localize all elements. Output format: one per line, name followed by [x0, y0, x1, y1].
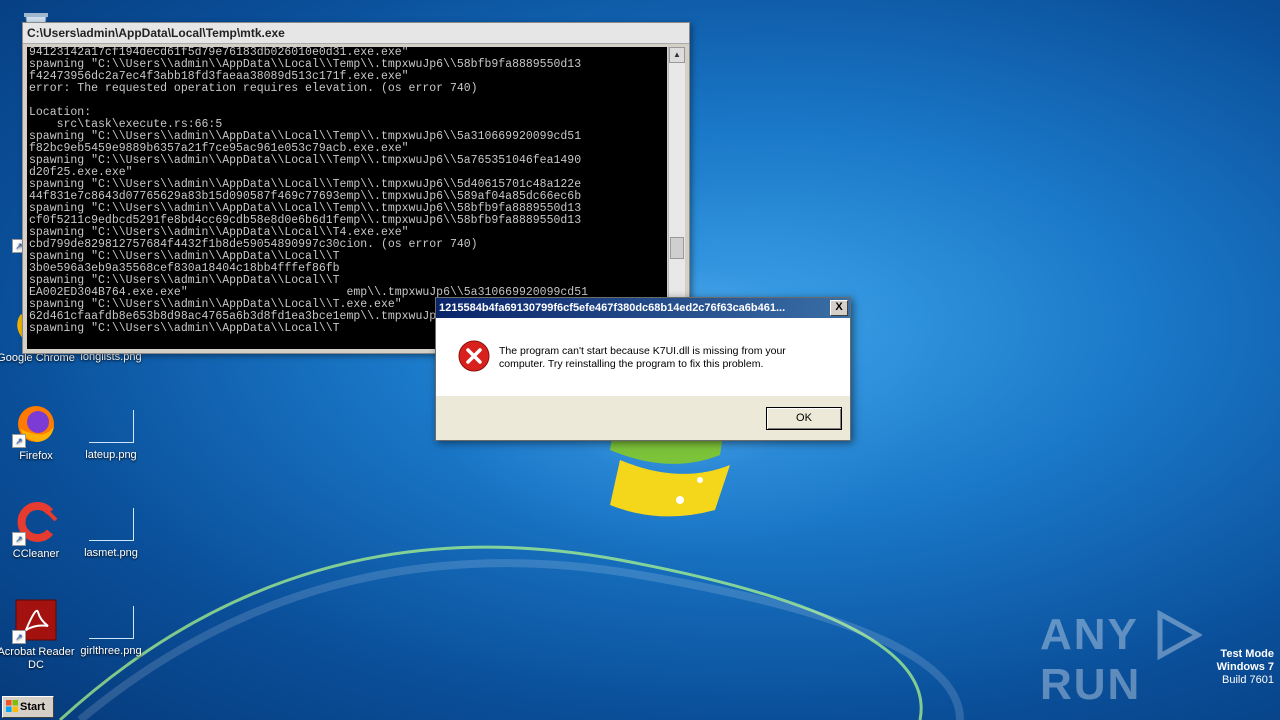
- dialog-message: The program can't start because K7UI.dll…: [499, 345, 786, 370]
- error-icon: [458, 340, 490, 372]
- desktop-icon-label: lateup.png: [85, 449, 137, 461]
- desktop-icon-label: Acrobat Reader DC: [0, 646, 75, 671]
- desktop-icon-girlthree[interactable]: girlthree.png: [71, 596, 151, 658]
- shortcut-arrow-icon: ↗: [12, 630, 26, 644]
- scroll-thumb[interactable]: [670, 237, 684, 259]
- console-title[interactable]: C:\Users\admin\AppData\Local\Temp\mtk.ex…: [23, 23, 689, 44]
- console-text: 94123142a17cf194decd61f5d79e76183db02601…: [29, 47, 588, 335]
- watermark-brand-left: ANY: [1040, 610, 1139, 659]
- ccleaner-icon: ↗: [12, 498, 60, 546]
- dialog-content: The program can't start because K7UI.dll…: [436, 318, 850, 396]
- desktop-icon-label: Firefox: [19, 450, 53, 462]
- play-logo-icon: [1157, 610, 1203, 660]
- dialog-title: 1215584b4fa69130799f6cf5efe467f380dc68b1…: [439, 302, 786, 314]
- ok-button[interactable]: OK: [766, 407, 842, 430]
- watermark-brand-right: RUN: [1040, 660, 1142, 709]
- desktop-icon-label: lasmet.png: [84, 547, 138, 559]
- windows-flag-icon: [6, 700, 18, 712]
- start-button[interactable]: Start: [2, 696, 54, 718]
- close-button[interactable]: X: [830, 300, 848, 316]
- scroll-up-arrow-icon[interactable]: ▲: [669, 47, 685, 63]
- test-mode-info: Test Mode Windows 7 Build 7601: [1217, 648, 1274, 687]
- desktop-icon-lasmet[interactable]: lasmet.png: [71, 498, 151, 560]
- desktop-icon-label: girlthree.png: [80, 645, 142, 657]
- shortcut-arrow-icon: ↗: [12, 532, 26, 546]
- test-mode-label: Test Mode: [1220, 648, 1274, 660]
- os-label: Windows 7: [1216, 661, 1274, 673]
- image-file-icon: [88, 410, 134, 443]
- image-file-icon: [88, 508, 134, 541]
- desktop-icon-lateup[interactable]: lateup.png: [71, 400, 151, 462]
- start-label: Start: [20, 701, 46, 713]
- shortcut-arrow-icon: ↗: [12, 434, 26, 448]
- build-label: Build 7601: [1222, 674, 1274, 686]
- desktop-icon-firefox[interactable]: ↗ Firefox: [0, 400, 76, 463]
- desktop-icon-acrobat[interactable]: ↗ Acrobat Reader DC: [0, 596, 76, 672]
- dialog-titlebar[interactable]: 1215584b4fa69130799f6cf5efe467f380dc68b1…: [436, 298, 850, 318]
- acrobat-icon: ↗: [12, 596, 60, 644]
- image-file-icon: [88, 606, 134, 639]
- desktop-icon-ccleaner[interactable]: ↗ CCleaner: [0, 498, 76, 561]
- firefox-icon: ↗: [12, 400, 60, 448]
- error-dialog[interactable]: 1215584b4fa69130799f6cf5efe467f380dc68b1…: [435, 297, 851, 441]
- desktop-icon-label: CCleaner: [12, 548, 60, 560]
